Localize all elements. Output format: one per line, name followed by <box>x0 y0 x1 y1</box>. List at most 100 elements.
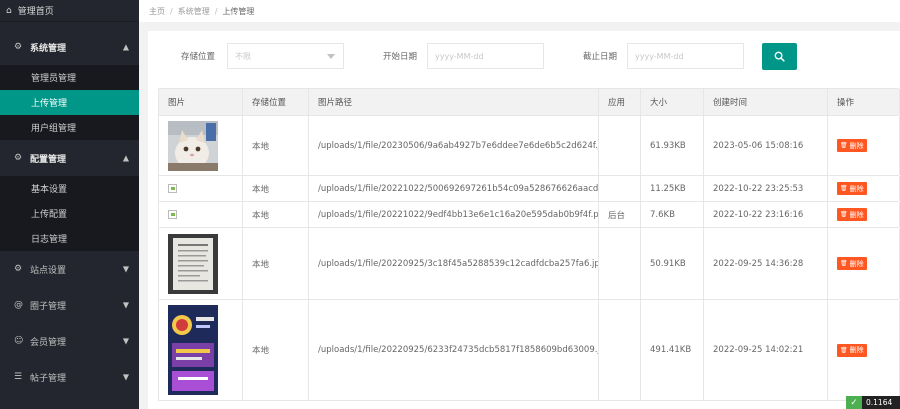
path-cell: /uploads/1/file/20220925/6233f24735dcb58… <box>309 300 599 400</box>
image-cell <box>159 300 243 400</box>
gear-icon: ⚙ <box>14 42 23 52</box>
breadcrumb-system[interactable]: 系统管理 <box>178 6 210 17</box>
delete-button[interactable]: 🗑 删除 <box>837 343 867 357</box>
start-date-label: 开始日期 <box>383 52 418 62</box>
column-header-image: 图片 <box>159 89 243 115</box>
actions-cell: 🗑 删除 <box>828 116 900 175</box>
table-row: 本地 /uploads/1/file/20221022/500692697261… <box>159 176 900 202</box>
cat-photo-thumbnail[interactable] <box>168 120 218 171</box>
path-cell: /uploads/1/file/20230506/9a6ab4927b7e6dd… <box>309 116 599 175</box>
sidebar-item-basic-settings[interactable]: 基本设置 <box>0 176 139 201</box>
sidebar-item-uploads[interactable]: 上传管理 <box>0 90 139 115</box>
sidebar-group-circles[interactable]: @ 圈子管理 ▼ <box>0 287 139 323</box>
search-icon <box>774 51 785 62</box>
delete-button-label: 删除 <box>849 346 864 354</box>
app-cell <box>599 228 641 299</box>
sidebar-item-label: 用户组管理 <box>31 124 77 134</box>
poster-photo-thumbnail[interactable] <box>168 305 218 395</box>
size-cell: 61.93KB <box>641 116 704 175</box>
breadcrumb-home[interactable]: 主页 <box>149 6 165 17</box>
actions-cell: 🗑 删除 <box>828 300 900 400</box>
app-cell <box>599 300 641 400</box>
broken-image-icon[interactable] <box>168 184 177 193</box>
at-icon: @ <box>14 300 23 310</box>
delete-button[interactable]: 🗑 删除 <box>837 257 867 270</box>
sidebar-item-logs[interactable]: 日志管理 <box>0 226 139 251</box>
table-row: 本地 /uploads/1/file/20221022/9edf4bb13e6e… <box>159 202 900 228</box>
storage-cell: 本地 <box>243 116 309 175</box>
sidebar-item-label: 上传配置 <box>31 210 68 220</box>
sidebar-item-upload-config[interactable]: 上传配置 <box>0 201 139 226</box>
storage-select[interactable]: 不限 <box>227 43 344 69</box>
broken-image-icon[interactable] <box>168 210 177 219</box>
sidebar-item-label: 日志管理 <box>31 235 68 245</box>
image-cell <box>159 228 243 299</box>
sidebar-group-config[interactable]: ⚙ 配置管理 ▲ <box>0 140 139 176</box>
main-content: 主页 / 系统管理 / 上传管理 存储位置 不限 开始日期 yyyy-MM-dd… <box>139 0 900 409</box>
breadcrumb: 主页 / 系统管理 / 上传管理 <box>139 0 900 22</box>
user-icon: ☺ <box>14 336 24 346</box>
home-icon: ⌂ <box>6 5 12 16</box>
sidebar-group-system[interactable]: ⚙ 系统管理 ▲ <box>0 29 139 65</box>
end-date-input[interactable]: yyyy-MM-dd <box>627 43 744 69</box>
path-cell: /uploads/1/file/20220925/3c18f45a5288539… <box>309 228 599 299</box>
storage-cell: 本地 <box>243 300 309 400</box>
storage-cell: 本地 <box>243 202 309 227</box>
sidebar-group-posts[interactable]: ☰ 帖子管理 ▼ <box>0 359 139 395</box>
sidebar-item-label: 管理员管理 <box>31 74 77 84</box>
trash-icon: 🗑 <box>840 260 848 267</box>
sidebar-group-label: 圈子管理 <box>30 301 67 312</box>
start-date-input[interactable]: yyyy-MM-dd <box>427 43 544 69</box>
sidebar-group-label: 配置管理 <box>30 154 67 165</box>
sidebar-group-label: 会员管理 <box>30 337 67 348</box>
actions-cell: 🗑 删除 <box>828 228 900 299</box>
breadcrumb-current: 上传管理 <box>222 6 255 16</box>
settings-icon: ⚙ <box>14 264 23 274</box>
upload-list-card: 存储位置 不限 开始日期 yyyy-MM-dd 截止日期 yyyy-MM-dd <box>148 31 900 409</box>
cart-icon: ☰ <box>14 372 23 382</box>
table-row: 本地 /uploads/1/file/20220925/3c18f45a5288… <box>159 228 900 300</box>
search-button[interactable] <box>762 43 797 70</box>
column-header-created: 创建时间 <box>704 89 828 115</box>
end-date-placeholder: yyyy-MM-dd <box>635 51 684 61</box>
sidebar-group-label: 系统管理 <box>30 43 67 54</box>
size-cell: 50.91KB <box>641 228 704 299</box>
sidebar-item-admins[interactable]: 管理员管理 <box>0 65 139 90</box>
image-cell <box>159 116 243 175</box>
table-row: 本地 /uploads/1/file/20230506/9a6ab4927b7e… <box>159 116 900 176</box>
storage-cell: 本地 <box>243 176 309 201</box>
sidebar-item-label: 上传管理 <box>31 99 68 109</box>
document-photo-thumbnail[interactable] <box>168 233 218 294</box>
delete-button-label: 删除 <box>849 259 864 268</box>
trash-icon: 🗑 <box>840 185 848 192</box>
sidebar-submenu-system: 管理员管理 上传管理 用户组管理 <box>0 65 139 140</box>
end-date-label: 截止日期 <box>583 52 618 62</box>
sidebar-item-home[interactable]: ⌂ 管理首页 <box>0 0 139 22</box>
storage-filter-label: 存储位置 <box>181 52 216 62</box>
delete-button-label: 删除 <box>849 141 864 150</box>
sidebar-group-members[interactable]: ☺ 会员管理 ▼ <box>0 323 139 359</box>
delete-button[interactable]: 🗑 删除 <box>837 208 867 221</box>
start-date-placeholder: yyyy-MM-dd <box>435 51 484 61</box>
column-header-storage: 存储位置 <box>243 89 309 115</box>
storage-select-value: 不限 <box>235 51 251 61</box>
path-cell: /uploads/1/file/20221022/500692697261b54… <box>309 176 599 201</box>
sidebar-submenu-config: 基本设置 上传配置 日志管理 <box>0 176 139 251</box>
sidebar-item-user-groups[interactable]: 用户组管理 <box>0 115 139 140</box>
sidebar-item-label: 基本设置 <box>31 185 68 195</box>
delete-button[interactable]: 🗑 删除 <box>837 139 867 152</box>
sidebar-group-site[interactable]: ⚙ 站点设置 ▼ <box>0 251 139 287</box>
actions-cell: 🗑 删除 <box>828 176 900 201</box>
column-header-size: 大小 <box>641 89 704 115</box>
actions-cell: 🗑 删除 <box>828 202 900 227</box>
table-header-row: 图片 存储位置 图片路径 应用 大小 创建时间 操作 <box>159 89 900 116</box>
chevron-up-icon: ▲ <box>122 42 129 52</box>
sidebar-group-label: 帖子管理 <box>30 373 67 384</box>
created-cell: 2022-09-25 14:02:21 <box>704 300 828 400</box>
delete-button-label: 删除 <box>849 210 864 219</box>
app-cell <box>599 176 641 201</box>
created-cell: 2022-10-22 23:16:16 <box>704 202 828 227</box>
created-cell: 2022-09-25 14:36:28 <box>704 228 828 299</box>
delete-button[interactable]: 🗑 删除 <box>837 182 867 195</box>
trash-icon: 🗑 <box>840 211 848 218</box>
